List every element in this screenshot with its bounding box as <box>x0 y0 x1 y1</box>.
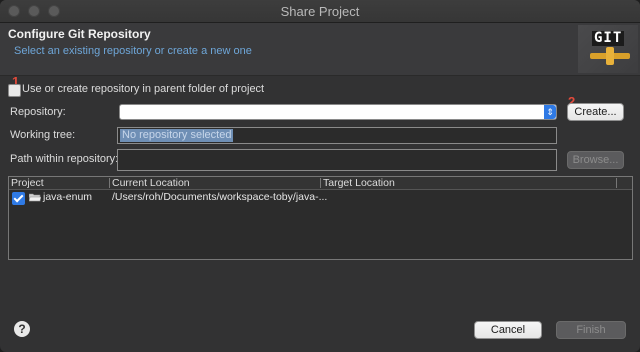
create-repository-button[interactable]: Create... <box>567 103 624 121</box>
title-bar: Share Project <box>0 0 640 23</box>
help-icon[interactable]: ? <box>14 321 30 337</box>
projects-table: Project Current Location Target Location… <box>8 176 633 260</box>
table-header: Project Current Location Target Location <box>9 177 632 190</box>
working-tree-field[interactable]: No repository selected <box>117 127 557 144</box>
project-row-checkbox[interactable] <box>12 192 25 205</box>
share-project-dialog: Share Project Configure Git Repository S… <box>0 0 640 352</box>
column-header-target-location[interactable]: Target Location <box>321 177 613 189</box>
window-title: Share Project <box>280 4 360 19</box>
finish-button[interactable]: Finish <box>556 321 626 339</box>
path-within-repository-label: Path within repository: <box>10 153 119 165</box>
repository-label: Repository: <box>10 106 66 118</box>
current-location: /Users/roh/Documents/workspace-toby/java… <box>112 191 328 203</box>
wizard-header: Configure Git Repository Select an exist… <box>0 23 640 76</box>
git-logo: GIT <box>578 25 638 73</box>
column-header-current-location[interactable]: Current Location <box>110 177 317 189</box>
repository-select[interactable]: ⇕ <box>119 104 557 120</box>
use-parent-folder-label: Use or create repository in parent folde… <box>22 83 265 95</box>
browse-button[interactable]: Browse... <box>567 151 624 169</box>
working-tree-label: Working tree: <box>10 129 76 141</box>
git-logo-pipe-joint <box>606 47 614 65</box>
chevron-up-down-icon: ⇕ <box>544 105 556 119</box>
path-within-repository-field[interactable] <box>117 149 557 171</box>
working-tree-value: No repository selected <box>120 129 234 142</box>
table-row[interactable]: java-enum /Users/roh/Documents/workspace… <box>9 190 632 205</box>
use-parent-folder-checkbox[interactable] <box>8 84 21 97</box>
cancel-button[interactable]: Cancel <box>474 321 542 339</box>
open-folder-icon <box>29 193 41 202</box>
page-title: Configure Git Repository <box>8 27 151 41</box>
project-name: java-enum <box>43 191 93 203</box>
column-header-project[interactable]: Project <box>9 177 107 189</box>
page-subtitle: Select an existing repository or create … <box>14 45 252 57</box>
column-divider <box>616 178 617 188</box>
git-logo-text: GIT <box>592 30 625 46</box>
